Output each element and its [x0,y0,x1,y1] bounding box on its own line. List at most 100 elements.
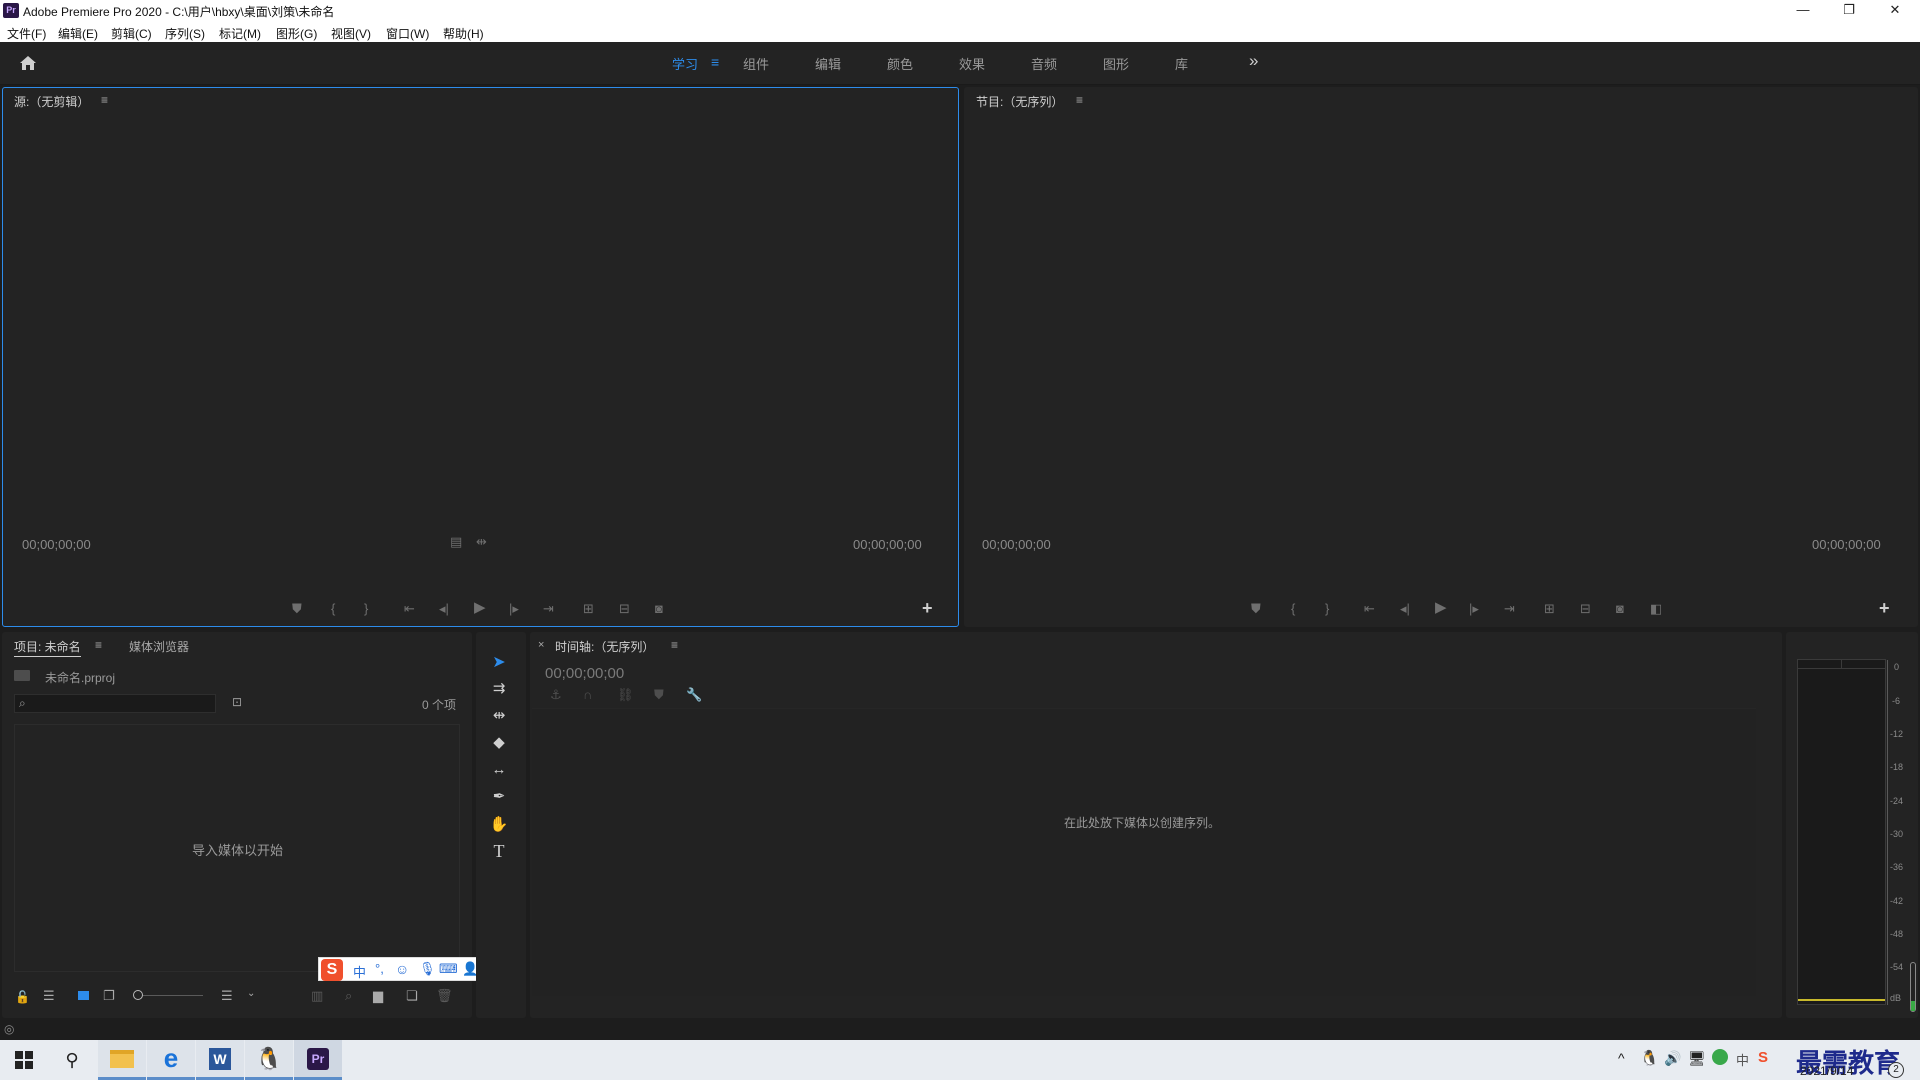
drag-audio-icon[interactable]: ⇹ [476,535,487,549]
pen-tool-icon[interactable]: ✒ [483,784,515,808]
icon-view-icon[interactable] [78,991,89,1000]
workspace-menu-icon[interactable]: ≡ [711,54,719,70]
snap-icon[interactable]: ∩ [583,688,592,702]
tab-project[interactable]: 项目: 未命名 [14,638,81,657]
sogou-tray-icon[interactable]: S [1758,1049,1768,1066]
step-forward-icon[interactable]: |▸ [509,602,519,616]
step-back-icon[interactable]: ◂| [1400,602,1410,616]
sogou-logo-icon[interactable]: S [321,959,343,981]
play-icon[interactable]: ▶ [474,600,486,615]
nest-icon[interactable]: ⚓ [550,688,562,702]
edge-browser-icon[interactable]: e [147,1040,195,1080]
close-timeline-icon[interactable]: × [538,639,544,651]
workspace-tab-libraries[interactable]: 库 [1175,54,1188,73]
menu-edit[interactable]: 编辑(E) [58,25,98,42]
go-to-out-icon[interactable]: ⇥ [1504,602,1515,616]
step-forward-icon[interactable]: |▸ [1469,602,1479,616]
program-monitor-title[interactable]: 节目:（无序列） [976,93,1063,110]
program-button-editor-icon[interactable]: + [1879,598,1890,619]
source-monitor-title[interactable]: 源:（无剪辑） [14,93,89,110]
volume-icon[interactable]: 🔊 [1664,1050,1681,1067]
search-taskbar-icon[interactable]: ⚲ [48,1040,96,1080]
menu-help[interactable]: 帮助(H) [443,25,484,42]
insert-icon[interactable]: ⊞ [583,602,594,616]
word-icon[interactable]: W [196,1040,244,1080]
add-marker-icon[interactable]: ⛊ [1251,602,1261,616]
file-explorer-icon[interactable] [98,1040,146,1080]
new-bin-icon[interactable]: ▆ [373,988,383,1004]
timeline-marker-icon[interactable]: ⛊ [654,688,664,702]
timeline-timecode[interactable]: 00;00;00;00 [545,665,624,682]
workspace-tab-learn[interactable]: 学习 [672,54,698,73]
taskbar-date[interactable]: 2021/9/14 [1800,1064,1853,1078]
ime-emoji-icon[interactable]: ☺ [395,961,409,977]
restore-button[interactable]: ❐ [1826,0,1872,22]
mark-out-icon[interactable]: } [364,602,368,616]
workspace-tab-effects[interactable]: 效果 [959,54,985,73]
ime-keyboard-icon[interactable]: ⌨ [439,961,458,977]
minimize-button[interactable]: — [1780,0,1826,22]
sort-icon[interactable]: ☰ [221,988,233,1004]
new-search-bin-icon[interactable]: ⊡ [232,695,242,709]
qq-tray-icon[interactable]: 🐧 [1640,1049,1659,1067]
ime-chinese-mode[interactable]: 中 [353,962,366,981]
drag-video-icon[interactable]: ▤ [450,535,462,549]
workspace-tab-graphics[interactable]: 图形 [1103,54,1129,73]
go-to-in-icon[interactable]: ⇤ [1364,602,1375,616]
mark-in-icon[interactable]: { [1291,602,1295,616]
selection-tool-icon[interactable]: ➤ [483,650,515,674]
go-to-in-icon[interactable]: ⇤ [404,602,415,616]
home-icon[interactable] [17,52,39,74]
project-bin-area[interactable]: 导入媒体以开始 [14,724,460,972]
program-panel-menu-icon[interactable]: ≡ [1076,93,1083,107]
workspace-tab-color[interactable]: 颜色 [887,54,913,73]
source-button-editor-icon[interactable]: + [922,598,933,619]
network-icon[interactable]: 🖥 [1688,1050,1706,1067]
more-workspaces-icon[interactable]: » [1249,51,1258,71]
lift-icon[interactable]: ⊞ [1544,602,1555,616]
mark-out-icon[interactable]: } [1325,602,1329,616]
export-frame-icon[interactable]: ◙ [1616,602,1624,616]
go-to-out-icon[interactable]: ⇥ [543,602,554,616]
menu-window[interactable]: 窗口(W) [386,25,429,42]
overwrite-icon[interactable]: ⊟ [619,602,630,616]
clear-icon[interactable]: 🗑 [436,988,453,1004]
export-frame-icon[interactable]: ◙ [655,602,663,616]
program-monitor[interactable]: 节目:（无序列） ≡ 00;00;00;00 00;00;00;00 ⛊ { }… [964,87,1918,627]
tab-media-browser[interactable]: 媒体浏览器 [129,638,189,655]
razor-tool-icon[interactable]: ◆ [483,730,515,754]
zoom-slider-handle[interactable] [133,990,143,1000]
automate-to-sequence-icon[interactable]: ▥ [311,988,323,1004]
menu-marker[interactable]: 标记(M) [219,25,261,42]
menu-view[interactable]: 视图(V) [331,25,371,42]
project-panel-menu-icon[interactable]: ≡ [95,638,102,652]
hand-tool-icon[interactable]: ✋ [483,812,515,836]
search-input[interactable]: ⌕ [14,694,216,713]
menu-file[interactable]: 文件(F) [7,25,46,42]
ime-microphone-icon[interactable]: 🎙 [419,961,436,977]
ripple-edit-tool-icon[interactable]: ⇹ [483,703,515,727]
source-timecode-left[interactable]: 00;00;00;00 [22,537,91,552]
security-tray-icon[interactable] [1712,1049,1728,1065]
workspace-tab-assembly[interactable]: 组件 [743,54,769,73]
premiere-taskbar-icon[interactable]: Pr [294,1040,342,1080]
meter-solo-slider[interactable] [1910,962,1916,1012]
ime-punctuation-icon[interactable]: °, [375,961,384,976]
track-select-tool-icon[interactable]: ⇉ [483,676,515,700]
play-icon[interactable]: ▶ [1435,600,1447,615]
timeline-title[interactable]: 时间轴:（无序列） [555,638,654,655]
program-timecode-left[interactable]: 00;00;00;00 [982,537,1051,552]
comparison-view-icon[interactable]: ◧ [1650,602,1662,616]
add-marker-icon[interactable]: ⛊ [292,602,302,616]
source-monitor[interactable]: 源:（无剪辑） ≡ 00;00;00;00 00;00;00;00 ▤ ⇹ ⛊ … [2,87,959,627]
workspace-tab-editing[interactable]: 编辑 [815,54,841,73]
menu-graphics[interactable]: 图形(G) [276,25,317,42]
zoom-slider-track[interactable] [143,995,203,996]
new-item-icon[interactable]: ❏ [406,988,418,1004]
slip-tool-icon[interactable]: ↔ [483,757,515,781]
qq-icon[interactable]: 🐧 [245,1040,293,1080]
type-tool-icon[interactable]: T [483,839,515,863]
ime-tray-icon[interactable]: 中 [1736,1050,1749,1069]
menu-sequence[interactable]: 序列(S) [165,25,205,42]
freeform-view-icon[interactable]: ❐ [103,988,115,1004]
